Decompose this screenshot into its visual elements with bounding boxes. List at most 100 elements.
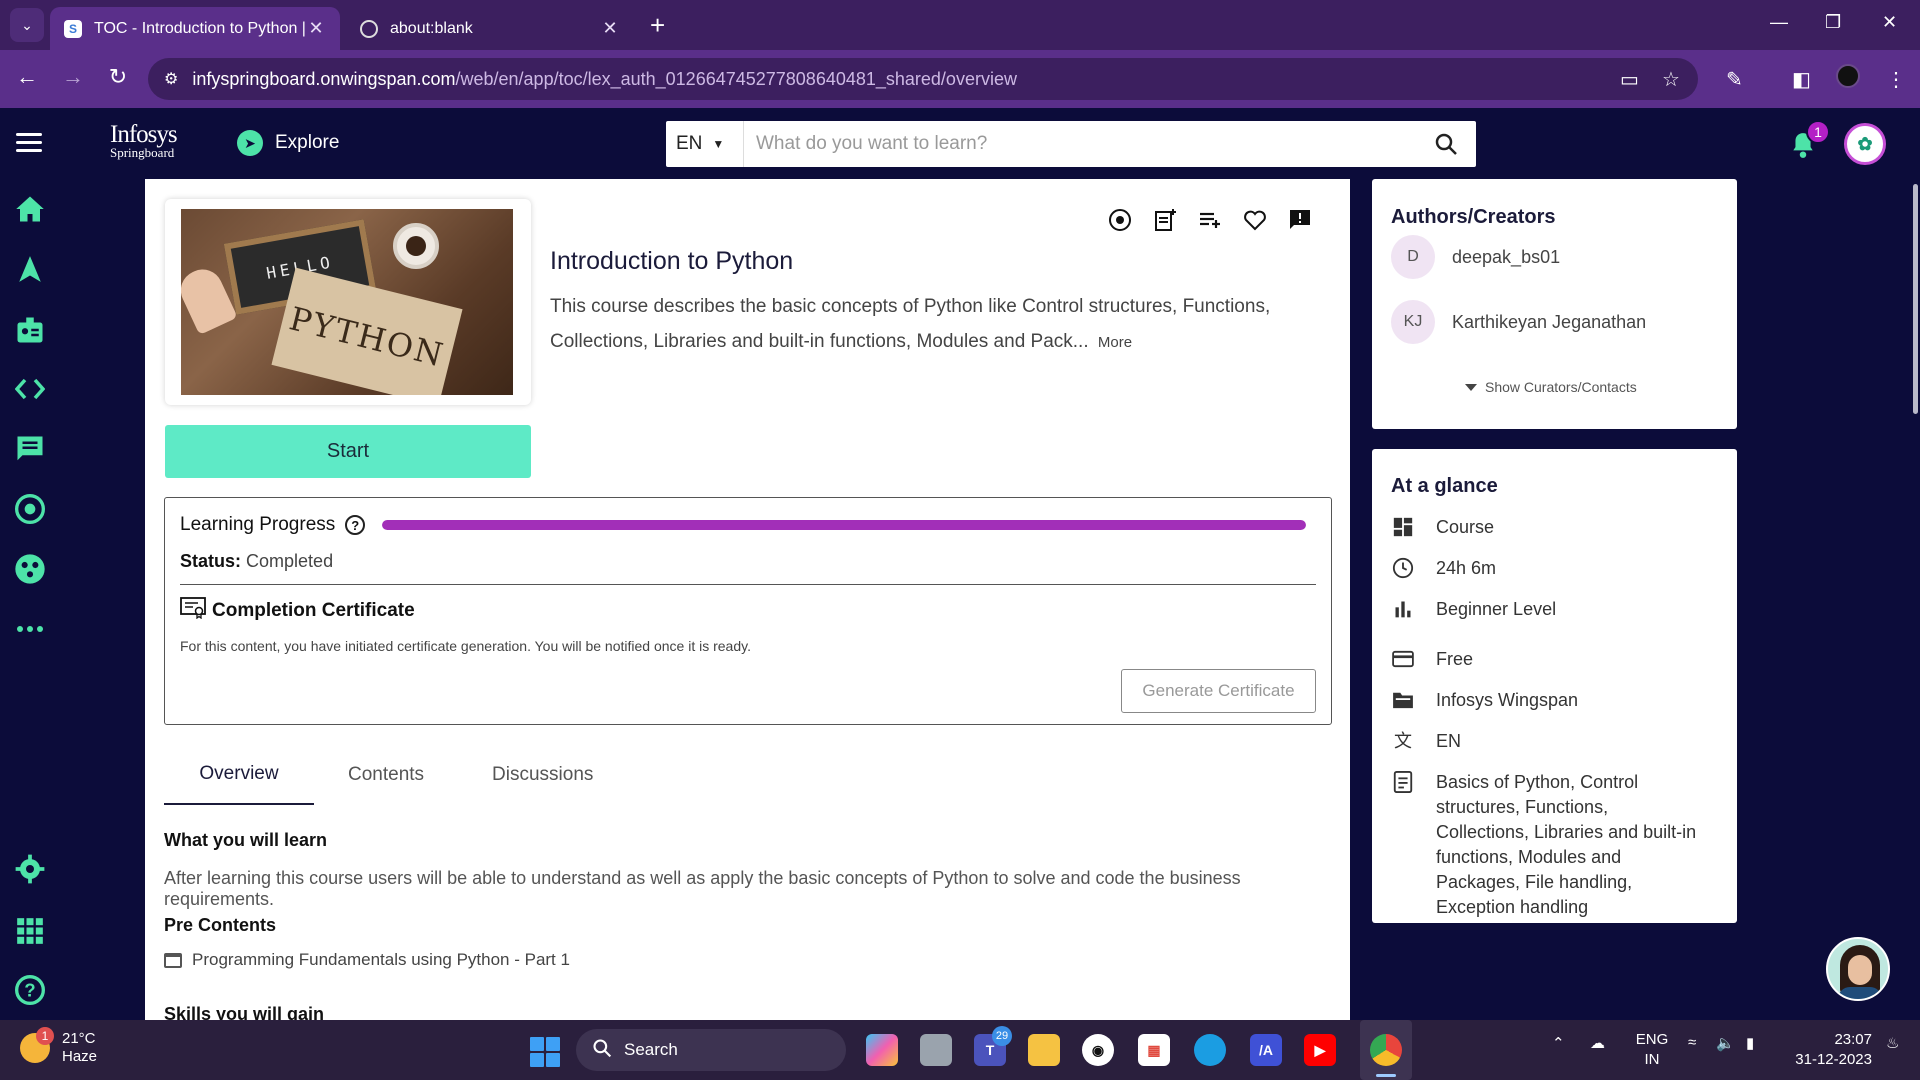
close-tab-icon[interactable]: ✕ — [306, 18, 326, 39]
windows-start-icon[interactable] — [530, 1037, 560, 1067]
author-item: D deepak_bs01 — [1391, 235, 1560, 279]
new-tab-button[interactable]: + — [650, 10, 665, 40]
target-icon[interactable] — [14, 493, 46, 525]
chrome-icon[interactable] — [1370, 1034, 1402, 1066]
side-panel-icon[interactable]: ◧ — [1792, 67, 1811, 92]
badge-icon[interactable] — [14, 314, 46, 346]
scrollbar-thumb[interactable] — [1913, 184, 1918, 414]
code-icon[interactable] — [14, 373, 46, 405]
help-question-icon[interactable]: ? — [345, 515, 366, 535]
apps-grid-icon[interactable] — [14, 915, 46, 947]
onedrive-cloud-icon[interactable]: ☁ — [1590, 1034, 1605, 1052]
back-icon[interactable]: ← — [12, 64, 42, 90]
explore-link[interactable]: ➤ Explore — [237, 130, 339, 156]
hamburger-menu-icon[interactable] — [16, 133, 42, 153]
pre-content-item[interactable]: Programming Fundamentals using Python - … — [164, 950, 570, 970]
forward-icon[interactable]: → — [58, 64, 88, 90]
learn-text: After learning this course users will be… — [164, 868, 1241, 909]
chatbot-assistant-avatar[interactable] — [1826, 937, 1890, 1001]
glance-row-source: Infosys Wingspan — [1391, 688, 1706, 713]
weather-widget[interactable]: 1 21°C Haze — [20, 1027, 97, 1066]
taskbar-search[interactable]: Search — [576, 1029, 846, 1071]
certificate-icon — [180, 597, 206, 625]
author-avatar: KJ — [1391, 300, 1435, 344]
explore-label: Explore — [275, 132, 340, 153]
tab-search-button[interactable]: ⌄ — [10, 8, 44, 42]
tab-overview[interactable]: Overview — [164, 745, 314, 805]
translate-icon: 文 — [1394, 730, 1412, 751]
reload-icon[interactable]: ↻ — [103, 64, 133, 90]
user-avatar[interactable]: ✿ — [1844, 123, 1886, 165]
learning-progress-heading: Learning Progress ? — [180, 514, 366, 536]
wifi-icon[interactable]: ≈ — [1688, 1034, 1696, 1051]
close-tab-icon[interactable]: ✕ — [600, 18, 620, 39]
authors-panel: Authors/Creators D deepak_bs01 KJ Karthi… — [1372, 179, 1737, 429]
close-window-icon[interactable]: ✕ — [1882, 12, 1897, 33]
show-hidden-icons-chevron-icon[interactable]: ⌃ — [1552, 1034, 1565, 1052]
copilot-icon[interactable] — [866, 1034, 898, 1066]
language-value: EN — [676, 133, 703, 154]
language-select[interactable]: EN ▼ — [666, 121, 744, 167]
address-bar[interactable]: ⚙ infyspringboard.onwingspan.com/web/en/… — [148, 58, 1698, 100]
url-host: infyspringboard.onwingspan.com — [192, 68, 456, 89]
edge-browser-icon[interactable] — [1194, 1034, 1226, 1066]
system-clock[interactable]: 23:07 31-12-2023 — [1782, 1030, 1872, 1070]
input-language[interactable]: ENG IN — [1632, 1030, 1672, 1070]
install-app-icon[interactable]: ▭ — [1620, 67, 1639, 92]
course-description: This course describes the basic concepts… — [550, 289, 1340, 360]
search-icon[interactable] — [1416, 121, 1476, 167]
site-info-icon[interactable]: ⚙ — [164, 69, 178, 89]
clock-icon — [1391, 556, 1415, 580]
infosys-springboard-logo[interactable]: Infosys Springboard — [110, 122, 178, 159]
chrome-menu-icon[interactable]: ⋮ — [1886, 67, 1906, 92]
page-scrollbar[interactable] — [1911, 178, 1920, 1020]
show-curators-toggle[interactable]: Show Curators/Contacts — [1465, 379, 1637, 395]
navigation-arrow-icon[interactable] — [14, 253, 46, 285]
start-button[interactable]: Start — [165, 425, 531, 478]
restore-icon[interactable]: ❐ — [1825, 12, 1841, 33]
battery-icon[interactable]: ▮ — [1746, 1034, 1754, 1052]
notes-app-icon[interactable]: /A — [1250, 1034, 1282, 1066]
more-link[interactable]: More — [1098, 334, 1132, 351]
notifications-bell-icon[interactable]: ♨ — [1886, 1034, 1899, 1052]
app-header: Infosys Springboard ➤ Explore EN ▼ 1 ✿ — [0, 108, 1920, 178]
glance-row-duration: 24h 6m — [1391, 556, 1706, 581]
generate-certificate-button[interactable]: Generate Certificate — [1121, 669, 1316, 713]
file-explorer-icon[interactable] — [1028, 1034, 1060, 1066]
tab-discussions[interactable]: Discussions — [458, 745, 627, 805]
settings-gear-icon[interactable] — [14, 853, 46, 885]
bookmark-star-icon[interactable]: ☆ — [1662, 67, 1680, 92]
playlist-add-icon[interactable] — [1197, 207, 1223, 233]
github-icon[interactable]: ◉ — [1082, 1034, 1114, 1066]
file-manager-icon[interactable] — [920, 1034, 952, 1066]
active-indicator — [1376, 1074, 1396, 1077]
glance-row-level: Beginner Level — [1391, 597, 1706, 622]
add-to-playlist-note-icon[interactable] — [1152, 207, 1178, 233]
glance-heading: At a glance — [1391, 475, 1498, 497]
more-options-icon[interactable] — [14, 613, 46, 645]
microsoft-store-icon[interactable]: ▦ — [1138, 1034, 1170, 1066]
tab-contents[interactable]: Contents — [314, 745, 458, 805]
help-icon[interactable]: ? — [14, 974, 46, 1006]
content-tabs: Overview Contents Discussions — [164, 745, 627, 805]
compass-icon: ➤ — [237, 130, 263, 156]
browser-tab-active[interactable]: S TOC - Introduction to Python | I ✕ — [50, 7, 340, 50]
volume-icon[interactable]: 🔈 — [1716, 1034, 1735, 1052]
community-icon[interactable] — [14, 553, 46, 585]
course-toc-card: HELLO PYTHON Start Introduction to Pytho… — [145, 179, 1350, 1020]
goal-target-icon[interactable] — [1107, 207, 1133, 233]
search-input[interactable] — [744, 124, 1416, 164]
browser-tab-inactive[interactable]: about:blank ✕ — [346, 7, 634, 50]
chat-icon[interactable] — [14, 433, 46, 465]
youtube-icon[interactable]: ▶ — [1304, 1034, 1336, 1066]
author-item: KJ Karthikeyan Jeganathan — [1391, 300, 1646, 344]
glance-text: Infosys Wingspan — [1436, 690, 1579, 710]
home-icon[interactable] — [14, 193, 46, 225]
extensions-icon[interactable]: ✎ — [1726, 67, 1743, 92]
profile-icon[interactable] — [1836, 64, 1860, 88]
favorite-heart-icon[interactable] — [1242, 207, 1268, 233]
assistant-body — [1838, 987, 1882, 999]
minimize-icon[interactable]: — — [1770, 12, 1788, 33]
search-bar: EN ▼ — [666, 121, 1476, 167]
report-feedback-icon[interactable] — [1287, 207, 1313, 233]
